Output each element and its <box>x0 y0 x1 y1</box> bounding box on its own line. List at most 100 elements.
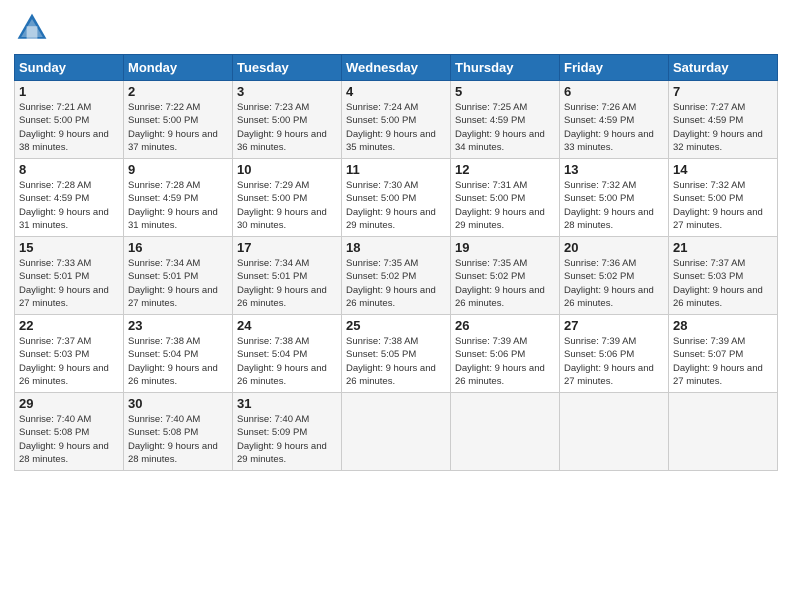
calendar-day-cell: 21 Sunrise: 7:37 AMSunset: 5:03 PMDaylig… <box>669 237 778 315</box>
day-info: Sunrise: 7:26 AMSunset: 4:59 PMDaylight:… <box>564 102 654 153</box>
calendar-day-cell <box>560 393 669 471</box>
calendar-day-cell: 30 Sunrise: 7:40 AMSunset: 5:08 PMDaylig… <box>124 393 233 471</box>
calendar-week-row: 22 Sunrise: 7:37 AMSunset: 5:03 PMDaylig… <box>15 315 778 393</box>
calendar-day-cell: 23 Sunrise: 7:38 AMSunset: 5:04 PMDaylig… <box>124 315 233 393</box>
calendar-day-cell: 25 Sunrise: 7:38 AMSunset: 5:05 PMDaylig… <box>342 315 451 393</box>
day-info: Sunrise: 7:40 AMSunset: 5:08 PMDaylight:… <box>19 414 109 465</box>
day-number: 26 <box>455 318 555 333</box>
calendar-day-cell: 31 Sunrise: 7:40 AMSunset: 5:09 PMDaylig… <box>233 393 342 471</box>
calendar-day-cell: 6 Sunrise: 7:26 AMSunset: 4:59 PMDayligh… <box>560 81 669 159</box>
calendar-day-cell: 9 Sunrise: 7:28 AMSunset: 4:59 PMDayligh… <box>124 159 233 237</box>
day-info: Sunrise: 7:39 AMSunset: 5:06 PMDaylight:… <box>455 336 545 387</box>
day-info: Sunrise: 7:24 AMSunset: 5:00 PMDaylight:… <box>346 102 436 153</box>
calendar-week-row: 15 Sunrise: 7:33 AMSunset: 5:01 PMDaylig… <box>15 237 778 315</box>
weekday-header-cell: Wednesday <box>342 55 451 81</box>
day-info: Sunrise: 7:32 AMSunset: 5:00 PMDaylight:… <box>673 180 763 231</box>
calendar-day-cell: 26 Sunrise: 7:39 AMSunset: 5:06 PMDaylig… <box>451 315 560 393</box>
day-info: Sunrise: 7:37 AMSunset: 5:03 PMDaylight:… <box>673 258 763 309</box>
day-number: 17 <box>237 240 337 255</box>
calendar-day-cell: 14 Sunrise: 7:32 AMSunset: 5:00 PMDaylig… <box>669 159 778 237</box>
day-number: 12 <box>455 162 555 177</box>
calendar-day-cell: 20 Sunrise: 7:36 AMSunset: 5:02 PMDaylig… <box>560 237 669 315</box>
day-number: 24 <box>237 318 337 333</box>
day-info: Sunrise: 7:28 AMSunset: 4:59 PMDaylight:… <box>128 180 218 231</box>
day-number: 29 <box>19 396 119 411</box>
calendar-table: SundayMondayTuesdayWednesdayThursdayFrid… <box>14 54 778 471</box>
weekday-header-cell: Tuesday <box>233 55 342 81</box>
day-number: 5 <box>455 84 555 99</box>
day-info: Sunrise: 7:34 AMSunset: 5:01 PMDaylight:… <box>128 258 218 309</box>
day-number: 30 <box>128 396 228 411</box>
calendar-day-cell <box>669 393 778 471</box>
day-info: Sunrise: 7:31 AMSunset: 5:00 PMDaylight:… <box>455 180 545 231</box>
day-number: 9 <box>128 162 228 177</box>
day-number: 20 <box>564 240 664 255</box>
day-number: 22 <box>19 318 119 333</box>
day-number: 11 <box>346 162 446 177</box>
day-number: 8 <box>19 162 119 177</box>
calendar-day-cell: 15 Sunrise: 7:33 AMSunset: 5:01 PMDaylig… <box>15 237 124 315</box>
weekday-header-cell: Saturday <box>669 55 778 81</box>
day-number: 31 <box>237 396 337 411</box>
logo <box>14 10 56 46</box>
day-number: 4 <box>346 84 446 99</box>
calendar-day-cell: 11 Sunrise: 7:30 AMSunset: 5:00 PMDaylig… <box>342 159 451 237</box>
calendar-day-cell <box>451 393 560 471</box>
calendar-day-cell: 22 Sunrise: 7:37 AMSunset: 5:03 PMDaylig… <box>15 315 124 393</box>
day-number: 21 <box>673 240 773 255</box>
weekday-header-cell: Thursday <box>451 55 560 81</box>
day-info: Sunrise: 7:29 AMSunset: 5:00 PMDaylight:… <box>237 180 327 231</box>
day-info: Sunrise: 7:35 AMSunset: 5:02 PMDaylight:… <box>455 258 545 309</box>
calendar-day-cell: 10 Sunrise: 7:29 AMSunset: 5:00 PMDaylig… <box>233 159 342 237</box>
day-info: Sunrise: 7:38 AMSunset: 5:04 PMDaylight:… <box>128 336 218 387</box>
day-number: 15 <box>19 240 119 255</box>
day-number: 28 <box>673 318 773 333</box>
calendar-page: SundayMondayTuesdayWednesdayThursdayFrid… <box>0 0 792 612</box>
day-number: 19 <box>455 240 555 255</box>
calendar-day-cell: 4 Sunrise: 7:24 AMSunset: 5:00 PMDayligh… <box>342 81 451 159</box>
day-info: Sunrise: 7:38 AMSunset: 5:04 PMDaylight:… <box>237 336 327 387</box>
calendar-day-cell: 28 Sunrise: 7:39 AMSunset: 5:07 PMDaylig… <box>669 315 778 393</box>
logo-icon <box>14 10 50 46</box>
day-number: 2 <box>128 84 228 99</box>
calendar-day-cell: 19 Sunrise: 7:35 AMSunset: 5:02 PMDaylig… <box>451 237 560 315</box>
weekday-header-cell: Monday <box>124 55 233 81</box>
calendar-day-cell: 7 Sunrise: 7:27 AMSunset: 4:59 PMDayligh… <box>669 81 778 159</box>
day-number: 25 <box>346 318 446 333</box>
day-info: Sunrise: 7:36 AMSunset: 5:02 PMDaylight:… <box>564 258 654 309</box>
day-number: 7 <box>673 84 773 99</box>
calendar-day-cell: 27 Sunrise: 7:39 AMSunset: 5:06 PMDaylig… <box>560 315 669 393</box>
day-number: 13 <box>564 162 664 177</box>
day-info: Sunrise: 7:38 AMSunset: 5:05 PMDaylight:… <box>346 336 436 387</box>
calendar-day-cell: 13 Sunrise: 7:32 AMSunset: 5:00 PMDaylig… <box>560 159 669 237</box>
calendar-day-cell <box>342 393 451 471</box>
day-info: Sunrise: 7:33 AMSunset: 5:01 PMDaylight:… <box>19 258 109 309</box>
weekday-header-row: SundayMondayTuesdayWednesdayThursdayFrid… <box>15 55 778 81</box>
calendar-week-row: 1 Sunrise: 7:21 AMSunset: 5:00 PMDayligh… <box>15 81 778 159</box>
day-number: 3 <box>237 84 337 99</box>
calendar-day-cell: 16 Sunrise: 7:34 AMSunset: 5:01 PMDaylig… <box>124 237 233 315</box>
day-info: Sunrise: 7:40 AMSunset: 5:09 PMDaylight:… <box>237 414 327 465</box>
calendar-day-cell: 5 Sunrise: 7:25 AMSunset: 4:59 PMDayligh… <box>451 81 560 159</box>
calendar-day-cell: 8 Sunrise: 7:28 AMSunset: 4:59 PMDayligh… <box>15 159 124 237</box>
day-number: 18 <box>346 240 446 255</box>
header <box>14 10 778 46</box>
weekday-header-cell: Sunday <box>15 55 124 81</box>
day-info: Sunrise: 7:22 AMSunset: 5:00 PMDaylight:… <box>128 102 218 153</box>
day-info: Sunrise: 7:35 AMSunset: 5:02 PMDaylight:… <box>346 258 436 309</box>
day-info: Sunrise: 7:39 AMSunset: 5:06 PMDaylight:… <box>564 336 654 387</box>
day-info: Sunrise: 7:23 AMSunset: 5:00 PMDaylight:… <box>237 102 327 153</box>
calendar-day-cell: 1 Sunrise: 7:21 AMSunset: 5:00 PMDayligh… <box>15 81 124 159</box>
weekday-header-cell: Friday <box>560 55 669 81</box>
day-info: Sunrise: 7:30 AMSunset: 5:00 PMDaylight:… <box>346 180 436 231</box>
day-info: Sunrise: 7:32 AMSunset: 5:00 PMDaylight:… <box>564 180 654 231</box>
calendar-week-row: 8 Sunrise: 7:28 AMSunset: 4:59 PMDayligh… <box>15 159 778 237</box>
day-number: 14 <box>673 162 773 177</box>
calendar-day-cell: 12 Sunrise: 7:31 AMSunset: 5:00 PMDaylig… <box>451 159 560 237</box>
day-info: Sunrise: 7:27 AMSunset: 4:59 PMDaylight:… <box>673 102 763 153</box>
calendar-day-cell: 18 Sunrise: 7:35 AMSunset: 5:02 PMDaylig… <box>342 237 451 315</box>
day-number: 6 <box>564 84 664 99</box>
day-info: Sunrise: 7:39 AMSunset: 5:07 PMDaylight:… <box>673 336 763 387</box>
day-info: Sunrise: 7:34 AMSunset: 5:01 PMDaylight:… <box>237 258 327 309</box>
day-number: 23 <box>128 318 228 333</box>
